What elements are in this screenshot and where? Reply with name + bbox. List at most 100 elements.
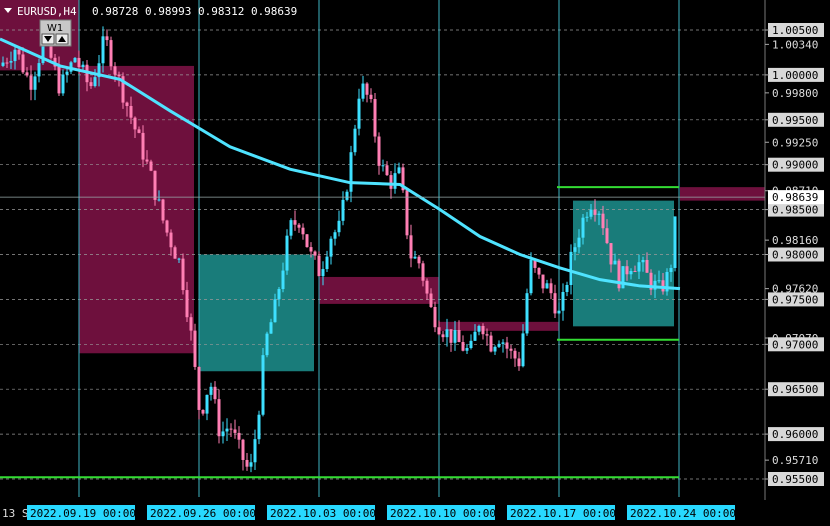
time-label-partial: 13 S: [2, 507, 29, 520]
candle-body: [273, 299, 277, 323]
candle-body: [437, 327, 441, 335]
price-tick-label-18: 0.95500: [772, 473, 818, 486]
candle-body: [221, 431, 225, 437]
ohlc-values: 0.98728 0.98993 0.98312 0.98639: [92, 5, 297, 18]
candle-body: [629, 271, 633, 275]
period-badge[interactable]: W1: [39, 19, 72, 47]
candle-body: [153, 170, 157, 200]
candle-body: [593, 209, 597, 215]
price-chart[interactable]: 1.005001.00340 1.00000 0.99800 0.99500 0.992…: [0, 0, 830, 526]
candle-body: [465, 348, 469, 351]
candle-body: [369, 94, 373, 100]
candle-body: [481, 325, 485, 335]
price-tick-label-2: 1.00000: [772, 69, 818, 82]
candle-body: [497, 343, 501, 347]
candle-body: [561, 291, 565, 311]
candle-body: [509, 348, 513, 351]
symbol-label: EURUSD,H4: [17, 5, 77, 18]
time-label-2: 2022.10.03 00:00: [270, 507, 376, 520]
candle-body: [181, 258, 185, 291]
candle-body: [149, 161, 153, 171]
candle-body: [409, 235, 413, 259]
candle-body: [189, 317, 193, 331]
candle-body: [193, 330, 197, 367]
candle-body: [157, 199, 161, 201]
candle-body: [365, 83, 369, 95]
candle-body: [241, 439, 245, 460]
candle-body: [413, 256, 417, 259]
candle-body: [313, 251, 317, 256]
candle-body: [421, 263, 425, 281]
weekly-box-2022.10.03: [319, 276, 439, 304]
candle-body: [321, 269, 325, 277]
candle-body: [57, 66, 61, 94]
weekly-box-2022.10.17: [573, 200, 674, 327]
candle-body: [333, 232, 337, 239]
candle-body: [573, 247, 577, 252]
candle-body: [381, 165, 385, 167]
candle-body: [185, 290, 189, 318]
candle-body: [501, 342, 505, 344]
candle-body: [337, 220, 341, 233]
candle-body: [669, 267, 673, 272]
price-tick-label-3: 0.99800: [772, 87, 818, 100]
candle-body: [673, 216, 677, 268]
candle-body: [33, 76, 37, 90]
candle-body: [529, 259, 533, 294]
candle-body: [173, 247, 177, 259]
price-tick-label-6: 0.99000: [772, 159, 818, 172]
candle-body: [473, 331, 477, 341]
candle-body: [297, 224, 301, 228]
candle-body: [393, 173, 397, 189]
candle-body: [633, 271, 637, 273]
time-axis[interactable]: 13 S 2022.09.19 00:00 2022.09.26 00:00 2022…: [0, 500, 830, 526]
time-label-0: 2022.09.19 00:00: [30, 507, 136, 520]
candle-body: [197, 366, 201, 410]
candle-body: [569, 251, 573, 286]
candle-body: [293, 220, 297, 225]
candle-body: [349, 152, 353, 192]
candle-body: [493, 346, 497, 352]
candle-body: [133, 117, 137, 130]
candle-body: [513, 350, 517, 359]
candle-body: [433, 306, 437, 328]
candle-body: [525, 293, 529, 334]
candle-body: [329, 238, 333, 257]
candle-body: [557, 310, 561, 314]
candle-body: [21, 54, 25, 73]
candle-body: [105, 36, 109, 41]
candle-body: [101, 36, 105, 64]
candle-body: [565, 285, 569, 292]
candle-body: [445, 329, 449, 338]
candle-body: [253, 439, 257, 463]
candle-body: [373, 99, 377, 137]
candle-body: [317, 255, 321, 277]
candle-body: [601, 213, 605, 229]
candle-body: [453, 330, 457, 343]
candle-body: [109, 40, 113, 67]
candle-body: [469, 340, 473, 349]
weekly-box-2022.09.26: [199, 254, 314, 372]
candle-body: [641, 259, 645, 263]
candle-body: [165, 220, 169, 233]
candle-body: [129, 105, 133, 118]
price-tick-label-10: 0.98000: [772, 249, 818, 262]
candle-body: [125, 102, 129, 106]
time-label-1: 2022.09.26 00:00: [150, 507, 256, 520]
candle-body: [89, 82, 93, 87]
candle-body: [289, 220, 293, 236]
candle-body: [37, 63, 41, 77]
candle-body: [77, 57, 81, 68]
candle-body: [589, 209, 593, 217]
candle-body: [553, 293, 557, 314]
price-tick-label-14: 0.97000: [772, 338, 818, 351]
candle-body: [245, 459, 249, 467]
candle-body: [81, 64, 85, 68]
candle-body: [477, 325, 481, 332]
price-tick-label-4: 0.99500: [772, 114, 818, 127]
candle-body: [177, 258, 181, 260]
candle-body: [301, 227, 305, 235]
candle-body: [657, 280, 661, 282]
price-tick-label-9: 0.98160: [772, 234, 818, 247]
candle-body: [505, 342, 509, 349]
